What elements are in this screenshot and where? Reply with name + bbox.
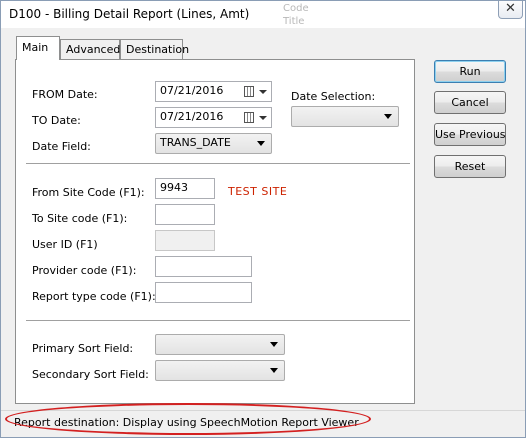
to-site-code-label: To Site code (F1): [32, 212, 128, 225]
from-date-value: 07/21/2016 [160, 84, 224, 97]
from-site-code-value: 9943 [160, 181, 188, 194]
background-window-text: Title [283, 16, 305, 27]
chevron-down-icon[interactable] [259, 90, 267, 94]
calendar-icon[interactable] [244, 86, 254, 97]
cancel-button-label: Cancel [451, 96, 489, 109]
provider-code-input[interactable] [155, 256, 252, 277]
from-site-code-label: From Site Code (F1): [32, 186, 145, 199]
secondary-sort-select[interactable] [155, 360, 285, 381]
from-date-label: FROM Date: [32, 88, 98, 101]
from-date-picker[interactable]: 07/21/2016 [155, 81, 272, 102]
site-name-text: TEST SITE [228, 185, 288, 198]
window-title: D100 - Billing Detail Report (Lines, Amt… [9, 7, 250, 21]
tab-destination-label: Destination [126, 43, 190, 56]
date-field-select[interactable]: TRANS_DATE [155, 133, 272, 154]
chevron-down-icon[interactable] [259, 116, 267, 120]
secondary-sort-label: Secondary Sort Field: [32, 368, 149, 381]
to-site-code-input[interactable] [155, 204, 215, 225]
primary-sort-label: Primary Sort Field: [32, 342, 134, 355]
chevron-down-icon [384, 114, 392, 119]
use-previous-button-label: Use Previous [435, 128, 506, 141]
tab-destination[interactable]: Destination [120, 39, 189, 59]
reset-button-label: Reset [454, 160, 486, 173]
user-id-input [155, 230, 215, 251]
highlight-ring [5, 403, 371, 435]
provider-code-label: Provider code (F1): [32, 264, 137, 277]
use-previous-button[interactable]: Use Previous [434, 123, 506, 146]
date-field-label: Date Field: [32, 140, 91, 153]
date-field-value: TRANS_DATE [160, 136, 231, 149]
tab-main-label: Main [22, 41, 49, 54]
report-type-code-label: Report type code (F1): [32, 290, 156, 303]
from-site-code-input[interactable]: 9943 [155, 178, 215, 199]
to-date-value: 07/21/2016 [160, 110, 224, 123]
tab-advanced[interactable]: Advanced [60, 39, 120, 59]
cancel-button[interactable]: Cancel [434, 91, 506, 114]
chevron-down-icon [257, 141, 265, 146]
primary-sort-select[interactable] [155, 334, 285, 355]
background-window-text: Code [283, 3, 309, 14]
report-type-code-input[interactable] [155, 282, 252, 303]
close-button[interactable]: ✕ [498, 1, 523, 19]
tab-main[interactable]: Main [16, 36, 60, 60]
to-date-label: TO Date: [32, 114, 81, 127]
reset-button[interactable]: Reset [434, 155, 506, 178]
date-selection-select[interactable] [291, 106, 399, 127]
tab-advanced-label: Advanced [66, 43, 121, 56]
chevron-down-icon [270, 342, 278, 347]
run-button[interactable]: Run [434, 60, 506, 83]
divider [26, 320, 410, 322]
chevron-down-icon [270, 368, 278, 373]
run-button-label: Run [459, 65, 481, 78]
divider [26, 163, 410, 165]
calendar-icon[interactable] [244, 112, 254, 123]
user-id-label: User ID (F1) [32, 238, 98, 251]
date-selection-label: Date Selection: [291, 90, 376, 103]
close-icon: ✕ [505, 1, 516, 16]
to-date-picker[interactable]: 07/21/2016 [155, 107, 272, 128]
